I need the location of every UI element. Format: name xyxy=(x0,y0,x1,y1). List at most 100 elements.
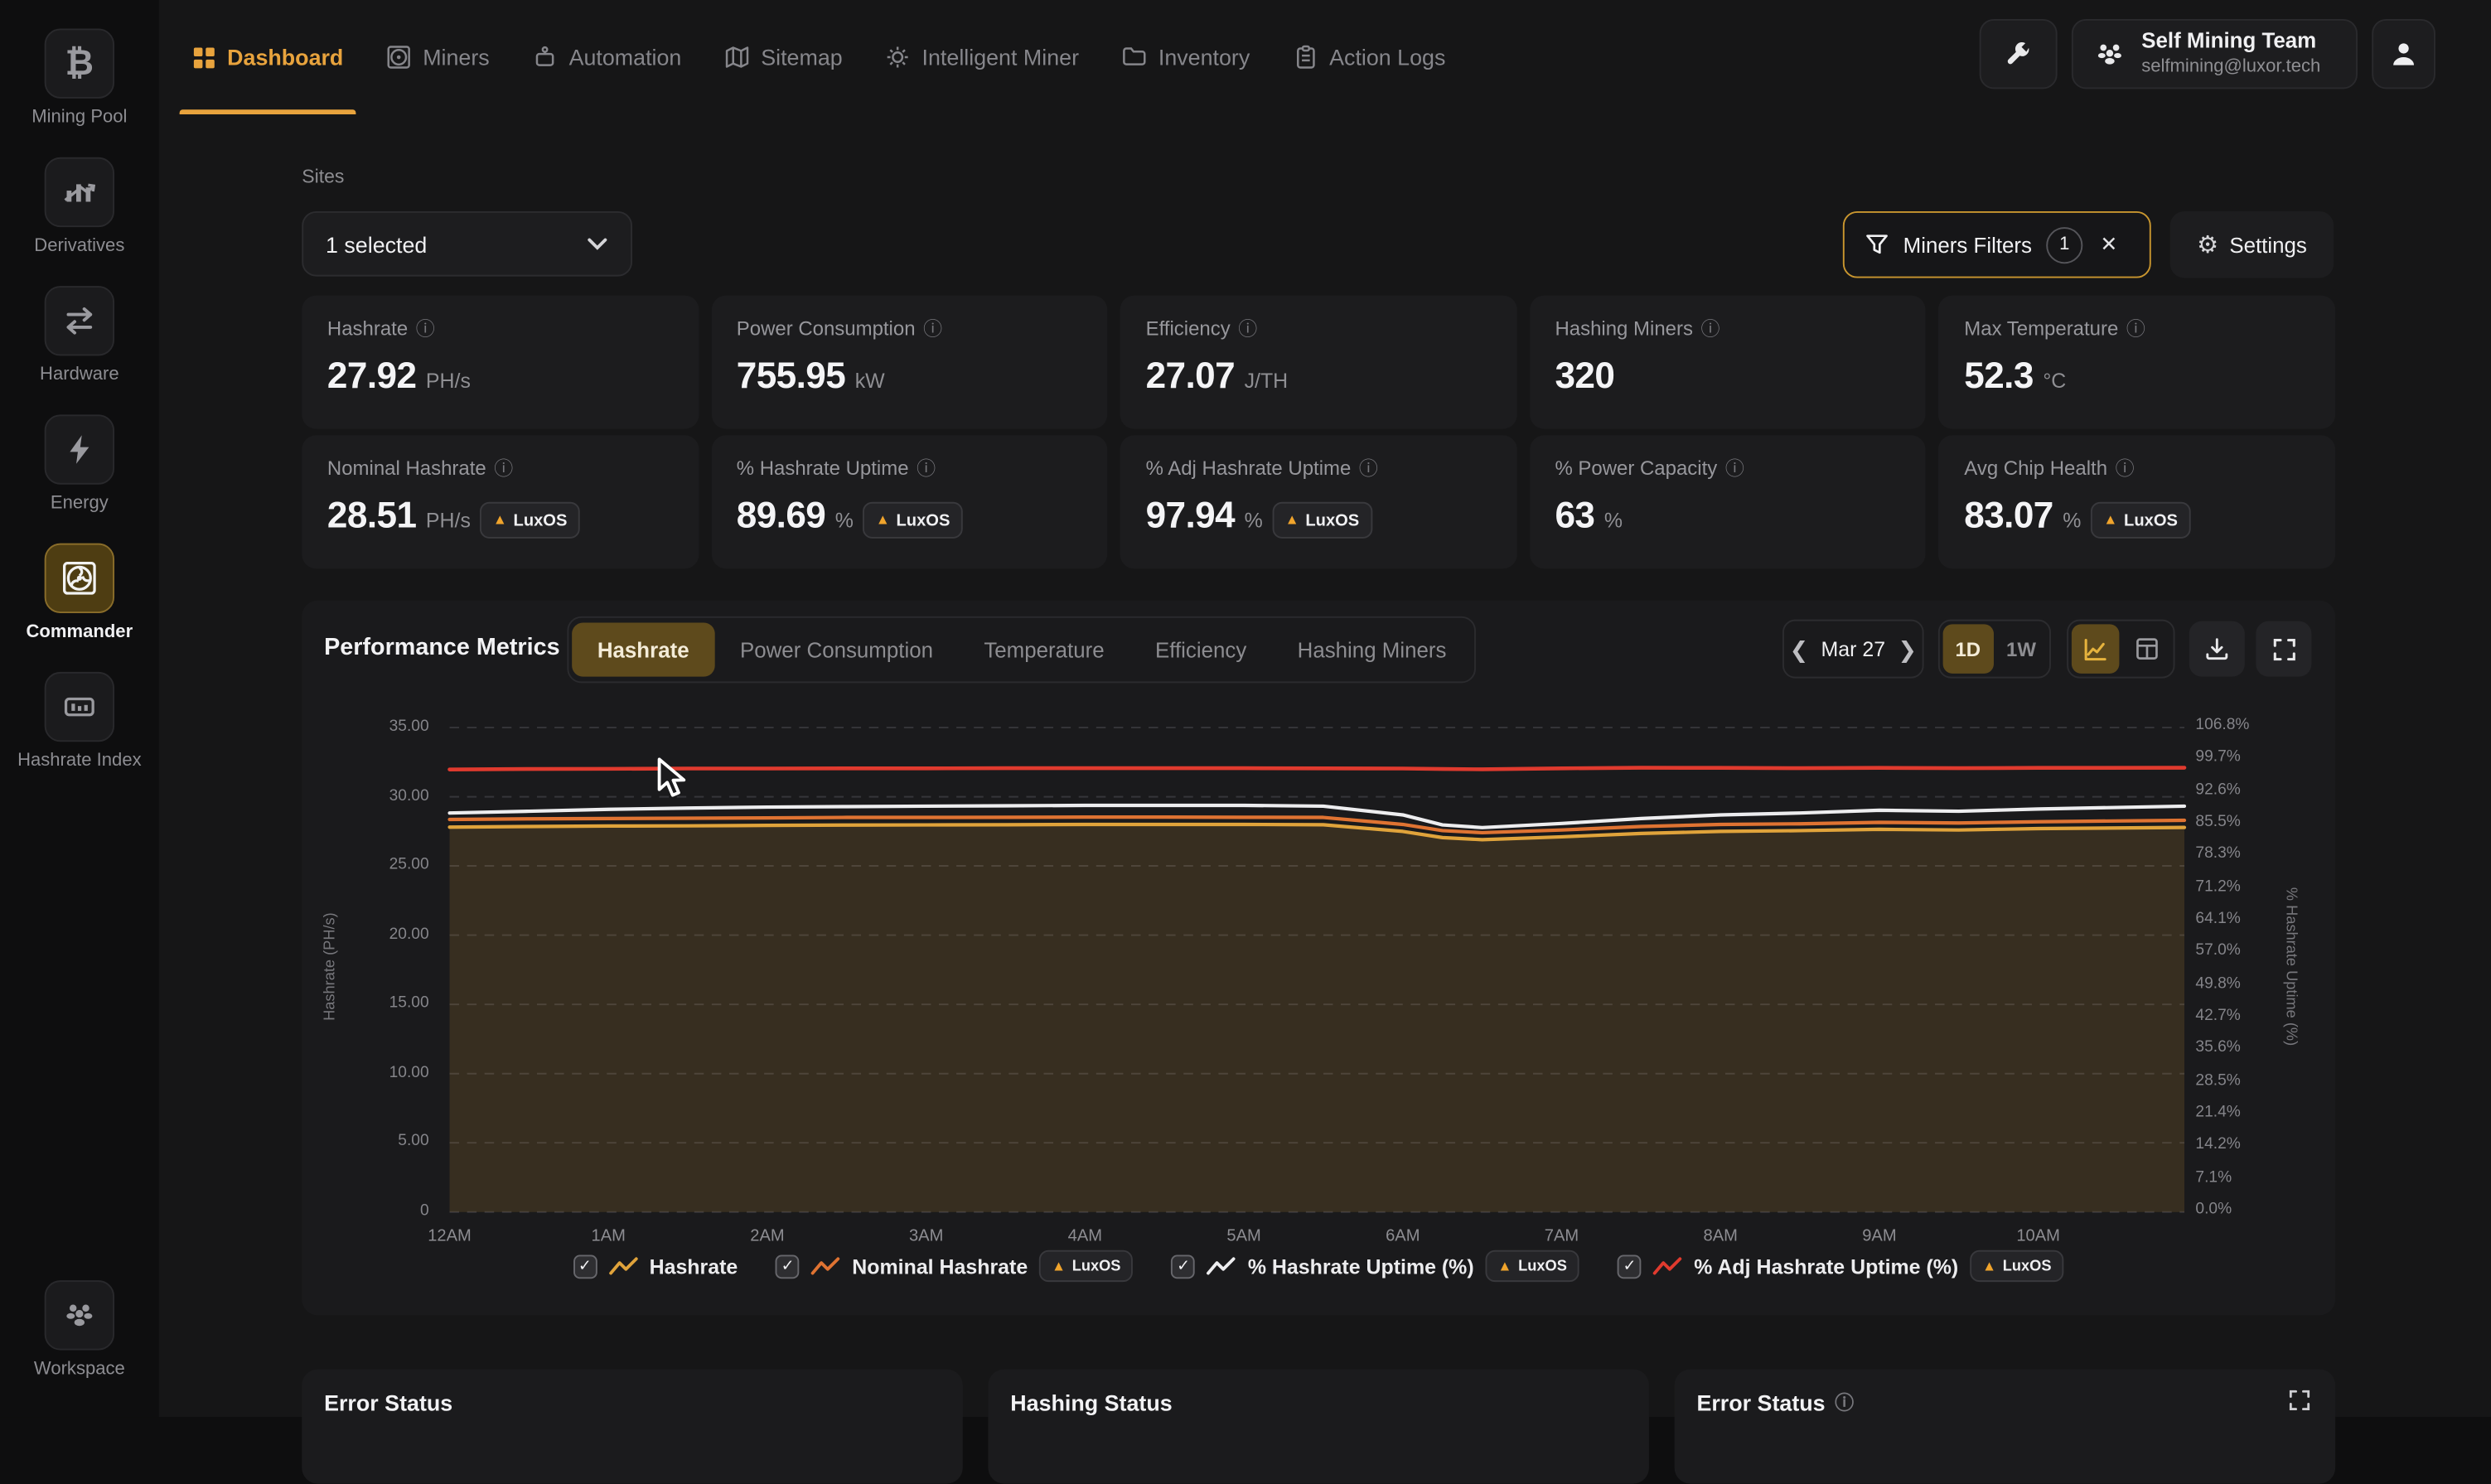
sidebar-item-commander[interactable]: Commander xyxy=(27,544,133,642)
metric-tab-hashrate[interactable]: Hashrate xyxy=(572,623,714,677)
tab-automation[interactable]: Automation xyxy=(532,0,681,114)
stat-card: Avg Chip Healthⓘ83.07%▲LuxOS xyxy=(1939,435,2336,568)
bottom-cards: Error Status Hashing Status Error Status… xyxy=(302,1370,2335,1484)
tab-inventory[interactable]: Inventory xyxy=(1122,0,1250,114)
table-view-button[interactable] xyxy=(2122,624,2170,673)
metric-tab-efficiency[interactable]: Efficiency xyxy=(1129,623,1272,677)
download-icon xyxy=(2205,637,2229,661)
metric-tab-hashing-miners[interactable]: Hashing Miners xyxy=(1272,623,1472,677)
settings-button[interactable]: ⚙ Settings xyxy=(2170,211,2334,278)
tab-sitemap[interactable]: Sitemap xyxy=(724,0,843,114)
legend-checkbox[interactable]: ✓ xyxy=(1172,1254,1196,1279)
tab-action-logs[interactable]: Action Logs xyxy=(1293,0,1445,114)
tab-label: Intelligent Miner xyxy=(922,45,1079,70)
range-1d-button[interactable]: 1D xyxy=(1943,624,1993,673)
left-axis-tick: 30.00 xyxy=(334,787,429,805)
app-root: ₿ Mining Pool Derivatives Hardware Energ… xyxy=(0,0,2491,1417)
legend-checkbox[interactable]: ✓ xyxy=(776,1254,800,1279)
fullscreen-icon xyxy=(2272,638,2295,660)
sidebar-item-hashrate-index[interactable]: Hashrate Index xyxy=(17,672,142,771)
stat-label: Efficiency xyxy=(1146,317,1231,340)
info-icon[interactable]: ⓘ xyxy=(917,459,936,478)
info-icon[interactable]: ⓘ xyxy=(494,459,513,478)
fullscreen-button[interactable] xyxy=(2256,621,2311,677)
info-icon[interactable]: ⓘ xyxy=(1238,319,1257,338)
luxos-badge: ▲LuxOS xyxy=(1039,1250,1134,1282)
info-icon[interactable]: ⓘ xyxy=(923,319,942,338)
tab-label: Miners xyxy=(423,45,490,70)
stat-unit: PH/s xyxy=(426,508,471,532)
date-label: Mar 27 xyxy=(1821,637,1886,661)
sites-dropdown[interactable]: 1 selected xyxy=(302,211,632,277)
right-axis-tick: 49.8% xyxy=(2195,975,2240,993)
team-selector[interactable]: Self Mining Team selfmining@luxor.tech xyxy=(2072,19,2358,89)
left-axis-tick: 25.00 xyxy=(334,857,429,874)
settings-label: Settings xyxy=(2229,233,2307,257)
stat-value: 63 xyxy=(1555,494,1594,537)
stat-unit: kW xyxy=(855,369,885,393)
stat-value: 52.3 xyxy=(1964,355,2034,398)
info-icon[interactable]: ⓘ xyxy=(1725,459,1744,478)
legend-label: Hashrate xyxy=(650,1254,738,1279)
sites-dropdown-value: 1 selected xyxy=(326,231,427,257)
sidebar-item-hardware[interactable]: Hardware xyxy=(40,286,119,384)
tools-button[interactable] xyxy=(1980,19,2058,89)
sidebar-item-derivatives[interactable]: Derivatives xyxy=(34,157,124,256)
series-line-icon xyxy=(1207,1255,1236,1276)
clear-filters-icon[interactable]: ✕ xyxy=(2100,232,2117,258)
expand-button[interactable] xyxy=(2278,1379,2319,1420)
metric-tab-temperature[interactable]: Temperature xyxy=(959,623,1130,677)
user-avatar-button[interactable] xyxy=(2372,19,2435,89)
info-icon[interactable]: ⓘ xyxy=(1835,1393,1854,1412)
tab-label: Sitemap xyxy=(761,45,842,70)
download-button[interactable] xyxy=(2189,621,2245,677)
luxos-badge: ▲LuxOS xyxy=(1485,1250,1579,1282)
fan-icon xyxy=(60,559,99,597)
legend-checkbox[interactable]: ✓ xyxy=(1618,1254,1642,1279)
left-axis-tick: 20.00 xyxy=(334,926,429,943)
gear-icon: ⚙ xyxy=(2197,233,2218,257)
bar-chart-icon xyxy=(62,689,97,724)
date-navigator: ❮ Mar 27 ❯ xyxy=(1782,620,1924,679)
clipboard-icon xyxy=(1293,45,1318,70)
error-status-card: Error Status xyxy=(302,1370,963,1484)
info-icon[interactable]: ⓘ xyxy=(2126,319,2145,338)
info-icon[interactable]: ⓘ xyxy=(1701,319,1720,338)
stat-label: % Hashrate Uptime xyxy=(737,457,909,480)
info-icon[interactable]: ⓘ xyxy=(416,319,435,338)
info-icon[interactable]: ⓘ xyxy=(2116,459,2135,478)
range-toggle: 1D 1W xyxy=(1938,620,2051,679)
legend-checkbox[interactable]: ✓ xyxy=(573,1254,597,1279)
miners-filters-button[interactable]: Miners Filters 1 ✕ xyxy=(1843,211,2151,278)
sidebar-item-workspace[interactable]: Workspace xyxy=(34,1280,125,1379)
sidebar-item-energy[interactable]: Energy xyxy=(45,414,114,513)
view-toggle xyxy=(2067,620,2174,679)
chart-legend: ✓Hashrate✓Nominal Hashrate▲LuxOS✓% Hashr… xyxy=(302,1250,2335,1282)
people-icon xyxy=(62,1298,97,1332)
stat-value: 755.95 xyxy=(737,355,845,398)
chevron-left-icon[interactable]: ❮ xyxy=(1790,638,1808,660)
wrench-icon xyxy=(2005,41,2032,68)
stat-value: 27.07 xyxy=(1146,355,1235,398)
tab-intelligent-miner[interactable]: Intelligent Miner xyxy=(885,0,1079,114)
chart-view-button[interactable] xyxy=(2072,624,2120,673)
performance-chart[interactable] xyxy=(450,715,2184,1212)
chart-trend-icon xyxy=(62,175,97,210)
x-axis-tick: 7AM xyxy=(1517,1226,1606,1245)
line-chart-icon xyxy=(2082,636,2108,662)
sidebar-item-mining-pool[interactable]: ₿ Mining Pool xyxy=(31,29,127,128)
table-icon xyxy=(2135,637,2159,661)
tab-dashboard[interactable]: Dashboard xyxy=(192,0,343,114)
tab-miners[interactable]: Miners xyxy=(386,0,490,114)
stat-card: Power Consumptionⓘ755.95kW xyxy=(711,296,1107,429)
sidebar-item-label: Derivatives xyxy=(34,237,124,256)
stat-unit: % xyxy=(1604,508,1623,532)
stat-card: Nominal Hashrateⓘ28.51PH/s▲LuxOS xyxy=(302,435,698,568)
dashboard-icon xyxy=(192,46,216,70)
chevron-right-icon[interactable]: ❯ xyxy=(1898,638,1916,660)
legend-item: ✓% Adj Hashrate Uptime (%)▲LuxOS xyxy=(1618,1250,2064,1282)
stat-label: Max Temperature xyxy=(1964,317,2118,340)
range-1w-button[interactable]: 1W xyxy=(1996,624,2046,673)
info-icon[interactable]: ⓘ xyxy=(1359,459,1378,478)
metric-tab-power[interactable]: Power Consumption xyxy=(714,623,958,677)
